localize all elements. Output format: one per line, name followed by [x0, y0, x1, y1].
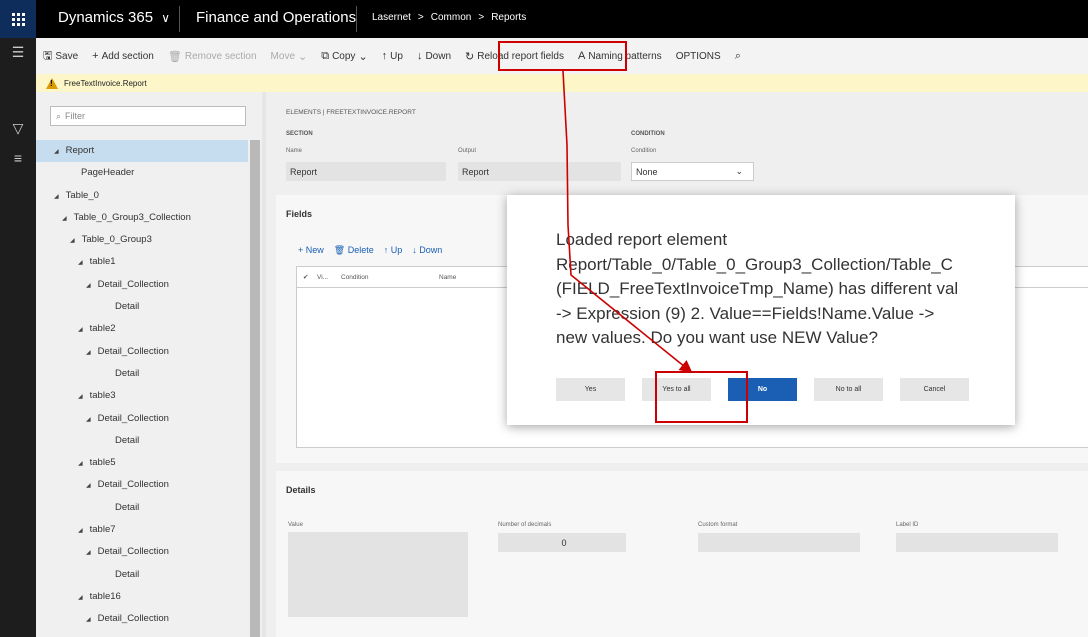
app-window: Dynamics 365 ∨ Finance and Operations La… [0, 0, 1088, 637]
annotation-arrow [562, 70, 693, 374]
